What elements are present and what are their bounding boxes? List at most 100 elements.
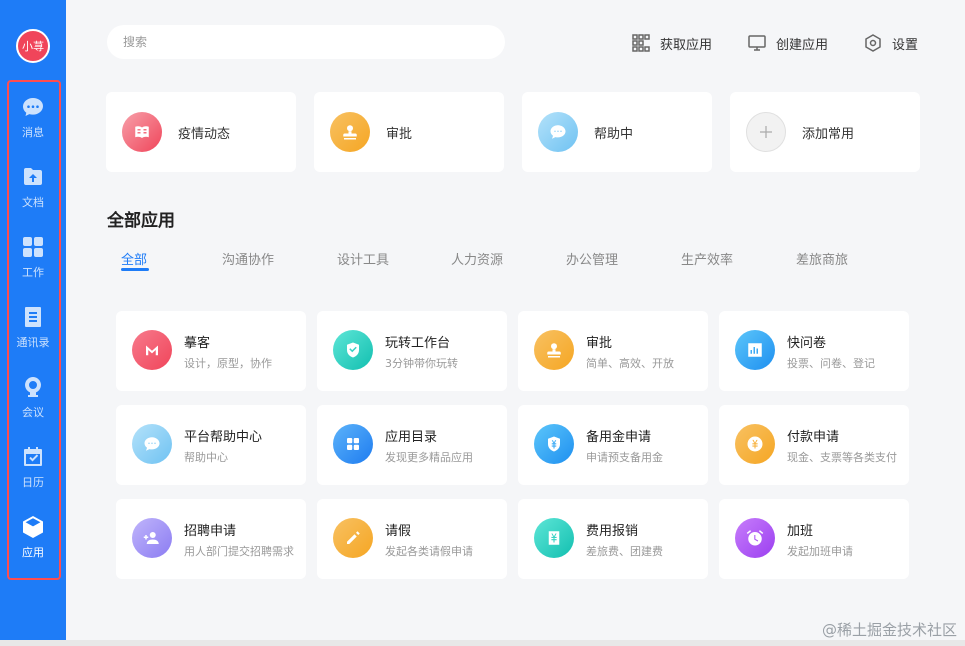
sidebar-item-label: 会议: [22, 406, 44, 419]
quick-card-label: 审批: [386, 126, 413, 142]
watermark: @稀土掘金技术社区: [821, 621, 957, 639]
app-card-petty-cash[interactable]: 备用金申请 申请预支备用金: [518, 405, 708, 485]
app-name: 应用目录: [385, 430, 438, 445]
app-name: 请假: [385, 524, 412, 539]
app-name: 招聘申请: [184, 524, 237, 539]
contacts-icon: [20, 304, 46, 330]
app-desc: 设计，原型，协作: [184, 357, 272, 370]
app-card-approval[interactable]: 审批 简单、高效、开放: [518, 311, 708, 391]
app-name: 快问卷: [787, 336, 827, 351]
sidebar-item-docs[interactable]: 文档: [0, 164, 66, 224]
app-card-expense[interactable]: 费用报销 差旅费、团建费: [518, 499, 708, 579]
search-input[interactable]: [107, 25, 505, 59]
app-card-recruit[interactable]: 招聘申请 用人部门提交招聘需求: [116, 499, 306, 579]
sidebar-item-work[interactable]: 工作: [0, 234, 66, 294]
quick-card-add[interactable]: 添加常用: [730, 92, 920, 172]
message-icon: [20, 94, 46, 120]
app-card-workbench-guide[interactable]: 玩转工作台 3分钟带你玩转: [317, 311, 507, 391]
get-apps-label: 获取应用: [660, 37, 713, 53]
bar-chart-icon: [735, 330, 775, 370]
pencil-icon: [333, 518, 373, 558]
sidebar-item-label: 应用: [22, 546, 44, 559]
book-icon: [122, 112, 162, 152]
app-desc: 发现更多精品应用: [385, 451, 473, 464]
tab-travel[interactable]: 差旅商旅: [796, 249, 848, 268]
app-name: 平台帮助中心: [184, 430, 263, 445]
app-desc: 用人部门提交招聘需求: [184, 545, 294, 558]
cube-icon: [20, 514, 46, 540]
app-card-mockplus[interactable]: 摹客 设计，原型，协作: [116, 311, 306, 391]
create-app-button[interactable]: 创建应用: [748, 32, 828, 54]
app-desc: 发起加班申请: [787, 545, 853, 558]
app-card-app-directory[interactable]: 应用目录 发现更多精品应用: [317, 405, 507, 485]
quick-card-label: 疫情动态: [178, 126, 231, 142]
sidebar: 小荨 消息 文档 工作 通讯录 会议 日历 应用: [0, 0, 66, 640]
app-desc: 申请预支备用金: [586, 451, 663, 464]
app-desc: 差旅费、团建费: [586, 545, 663, 558]
sidebar-item-label: 通讯录: [16, 336, 50, 349]
app-card-help-center[interactable]: 平台帮助中心 帮助中心: [116, 405, 306, 485]
tab-communication[interactable]: 沟通协作: [222, 249, 274, 268]
settings-button[interactable]: 设置: [864, 32, 918, 54]
app-desc: 发起各类请假申请: [385, 545, 473, 558]
app-name: 备用金申请: [586, 430, 652, 445]
sidebar-item-messages[interactable]: 消息: [0, 94, 66, 154]
app-desc: 3分钟带你玩转: [385, 357, 458, 370]
app-name: 审批: [586, 336, 613, 351]
grid-icon: [20, 234, 46, 260]
app-name: 费用报销: [586, 524, 639, 539]
chat-bubble-icon: [132, 424, 172, 464]
tab-design-tools[interactable]: 设计工具: [337, 249, 389, 268]
quick-card-label: 帮助中: [594, 126, 634, 142]
get-apps-button[interactable]: 获取应用: [632, 32, 712, 54]
quick-card-help[interactable]: 帮助中: [522, 92, 712, 172]
app-desc: 投票、问卷、登记: [787, 357, 875, 370]
stamp-icon: [330, 112, 370, 152]
quick-card-label: 添加常用: [802, 126, 855, 142]
tab-hr[interactable]: 人力资源: [451, 249, 503, 268]
app-desc: 现金、支票等各类支付: [787, 451, 897, 464]
app-name: 摹客: [184, 336, 211, 351]
section-title: 全部应用: [107, 211, 175, 231]
sidebar-item-label: 消息: [22, 126, 44, 139]
sidebar-item-label: 文档: [22, 196, 44, 209]
yen-doc-icon: [534, 518, 574, 558]
app-card-leave[interactable]: 请假 发起各类请假申请: [317, 499, 507, 579]
tab-active-indicator: [121, 268, 149, 271]
sidebar-item-meeting[interactable]: 会议: [0, 374, 66, 434]
sidebar-item-calendar[interactable]: 日历: [0, 444, 66, 504]
app-name: 加班: [787, 524, 814, 539]
sidebar-item-label: 工作: [22, 266, 44, 279]
quick-card-approval[interactable]: 审批: [314, 92, 504, 172]
create-app-label: 创建应用: [776, 37, 829, 53]
settings-label: 设置: [892, 37, 919, 53]
avatar[interactable]: 小荨: [16, 29, 50, 63]
tab-all[interactable]: 全部: [121, 249, 147, 268]
app-card-overtime[interactable]: 加班 发起加班申请: [719, 499, 909, 579]
sidebar-item-apps[interactable]: 应用: [0, 514, 66, 574]
camera-icon: [20, 374, 46, 400]
app-name: 付款申请: [787, 430, 840, 445]
tab-productivity[interactable]: 生产效率: [681, 249, 733, 268]
tab-office[interactable]: 办公管理: [566, 249, 618, 268]
plus-icon: [746, 112, 786, 152]
calendar-icon: [20, 444, 46, 470]
app-desc: 简单、高效、开放: [586, 357, 674, 370]
sidebar-item-contacts[interactable]: 通讯录: [0, 304, 66, 364]
gear-icon: [865, 34, 881, 52]
sidebar-item-label: 日历: [22, 476, 44, 489]
app-card-payment[interactable]: 付款申请 现金、支票等各类支付: [719, 405, 909, 485]
yen-shield-icon: [534, 424, 574, 464]
quick-card-epidemic[interactable]: 疫情动态: [106, 92, 296, 172]
stamp-icon: [534, 330, 574, 370]
m-logo-icon: [132, 330, 172, 370]
app-name: 玩转工作台: [385, 336, 451, 351]
app-card-survey[interactable]: 快问卷 投票、问卷、登记: [719, 311, 909, 391]
bottom-strip: [0, 640, 965, 646]
grid-icon: [333, 424, 373, 464]
app-desc: 帮助中心: [184, 451, 228, 464]
monitor-icon: [748, 35, 766, 51]
yen-coin-icon: [735, 424, 775, 464]
apps-grid-icon: [632, 34, 650, 52]
user-add-icon: [132, 518, 172, 558]
